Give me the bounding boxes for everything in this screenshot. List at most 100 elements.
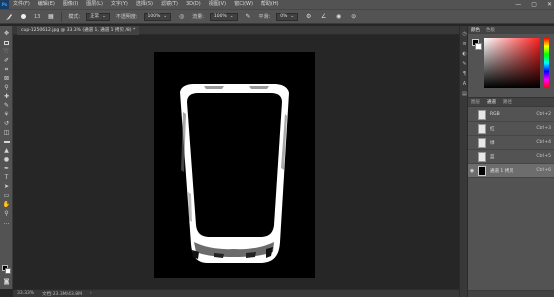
symmetry-icon[interactable]: ⦶ [349,12,358,21]
flow-input[interactable]: 100% ⌄ [209,12,238,21]
frame-tool-icon[interactable]: ⊠ [2,75,11,82]
clone-stamp-tool-icon[interactable]: ⚘ [2,111,11,118]
glyphs-panel-icon[interactable]: ▤ [461,90,468,97]
rectangle-tool-icon[interactable]: ▭ [2,192,11,199]
history-panel-icon[interactable]: ◷ [461,30,468,37]
channel-row[interactable]: 蓝 Ctrl+5 [468,150,554,164]
character-panel-icon[interactable]: A [461,80,468,87]
background-color-chip[interactable] [475,43,482,50]
airbrush-icon[interactable]: ✎ [244,12,253,21]
channel-shortcut: Ctrl+4 [536,140,551,145]
glass-channel-mask [180,84,289,263]
smoothing-settings-icon[interactable]: ⚙ [304,12,313,21]
menu-file[interactable]: 文件(F) [9,0,34,9]
layers-panel-tabs: 图层 通道 路径 [468,98,554,107]
brush-tool-icon[interactable]: ✎ [2,102,11,109]
channel-row[interactable]: 红 Ctrl+3 [468,122,554,136]
angle-icon[interactable]: ∠ [319,12,328,21]
properties-panel-icon[interactable]: ≡ [461,40,468,47]
tab-color[interactable]: 颜色 [471,27,480,33]
tab-channels[interactable]: 通道 [487,99,496,105]
channel-shortcut: Ctrl+2 [536,112,551,117]
smoothing-input[interactable]: 0% ⌄ [276,12,299,21]
tab-swatches[interactable]: 色板 [486,27,495,33]
channel-name: RGB [490,112,500,117]
channel-row-selected[interactable]: ◉ 通道 1 拷贝 Ctrl+6 [468,164,554,178]
mode-select[interactable]: 正常 ⌄ [86,12,110,21]
smoothing-label: 平滑: [258,14,271,20]
paragraph-panel-icon[interactable]: ¶ [461,70,468,77]
close-icon[interactable]: ✕ [547,1,552,8]
zoom-tool-icon[interactable]: ⚲ [2,210,11,217]
hand-tool-icon[interactable]: ✋ [2,201,11,208]
type-tool-icon[interactable]: T [2,174,11,181]
blur-tool-icon[interactable]: ▲ [2,147,11,154]
flow-label: 流量: [192,14,204,20]
smoothing-value: 0% [280,13,288,19]
zoom-level[interactable]: 33.33% [17,291,34,296]
eraser-tool-icon[interactable]: ◫ [2,129,11,136]
menu-type[interactable]: 文字(Y) [107,0,132,9]
history-brush-tool-icon[interactable]: ↺ [2,120,11,127]
channel-thumbnail [478,137,486,148]
tab-paths[interactable]: 路径 [503,99,512,105]
adjustments-panel-icon[interactable]: ◐ [461,50,468,57]
color-picker-field[interactable] [484,38,540,88]
more-tools-icon[interactable]: … [2,219,11,226]
document-size: 文档:23.3M/43.8M [42,291,83,297]
chevron-down-icon: ⌄ [163,13,168,19]
collapsed-panels-strip: ◷ ≡ ◐ ✎ ¶ A ▤ [459,26,468,297]
menu-filter[interactable]: 滤镜(T) [157,0,182,9]
channel-thumbnail [478,109,486,120]
quick-select-tool-icon[interactable]: ✐ [2,57,11,64]
menu-edit[interactable]: 编辑(E) [34,0,59,9]
menu-help[interactable]: 帮助(H) [257,0,283,9]
divider [61,11,63,22]
maximize-icon[interactable]: ▢ [531,1,537,8]
channels-panel-footer [468,290,554,297]
minimize-icon[interactable]: — [515,1,521,8]
channel-row[interactable]: 绿 Ctrl+4 [468,136,554,150]
document-tab-bar: cup-1250612.jpg @ 33.3% (通道 1, 通道 1 拷贝 /… [13,26,459,35]
menu-image[interactable]: 图像(I) [59,0,82,9]
pen-tool-icon[interactable]: ✒ [2,165,11,172]
quick-mask-icon[interactable]: ◙ [2,278,11,285]
menu-view[interactable]: 视图(V) [205,0,230,9]
channel-row[interactable]: RGB Ctrl+2 [468,108,554,122]
crop-tool-icon[interactable]: ⌗ [2,66,11,73]
chevron-right-icon[interactable]: › [90,291,92,296]
path-select-tool-icon[interactable]: ➤ [2,183,11,190]
canvas-area[interactable] [13,35,459,289]
menu-layer[interactable]: 图层(L) [82,0,107,9]
eyedropper-tool-icon[interactable]: ⚲ [2,84,11,91]
hue-slider[interactable] [544,38,549,88]
channel-thumbnail [478,151,486,162]
document-tab[interactable]: cup-1250612.jpg @ 33.3% (通道 1, 通道 1 拷贝 /… [17,26,140,35]
marquee-tool-icon[interactable] [2,39,11,46]
menu-select[interactable]: 选择(S) [132,0,157,9]
status-bar: 33.33% 文档:23.3M/43.8M › [13,289,459,297]
dodge-tool-icon[interactable]: ● [2,156,11,163]
channel-name: 红 [490,126,495,132]
menu-3d[interactable]: 3D(D) [182,0,205,9]
gradient-tool-icon[interactable] [2,138,11,145]
channel-name: 蓝 [490,154,495,160]
move-tool-icon[interactable]: ✥ [2,30,11,37]
healing-brush-tool-icon[interactable]: ✚ [2,93,11,100]
background-color-swatch[interactable] [5,268,11,274]
brush-settings-icon[interactable]: ▦ [46,12,55,21]
chevron-down-icon: ⌄ [290,13,295,19]
mode-label: 模式: [68,14,81,20]
pressure-size-icon[interactable]: ◉ [334,12,343,21]
window-controls: — ▢ ✕ [515,0,552,9]
document-canvas[interactable] [154,52,315,278]
opacity-input[interactable]: 100% ⌄ [143,12,172,21]
eye-icon[interactable]: ◉ [468,168,476,174]
pressure-opacity-icon[interactable]: ◎ [177,12,186,21]
brush-panel-icon[interactable]: ✎ [461,60,468,67]
brush-preset-picker[interactable] [19,12,28,21]
lasso-tool-icon[interactable]: ➰ [2,48,11,55]
brush-tool-icon[interactable] [4,12,13,21]
menu-window[interactable]: 窗口(W) [230,0,257,9]
tab-layers[interactable]: 图层 [471,99,480,105]
